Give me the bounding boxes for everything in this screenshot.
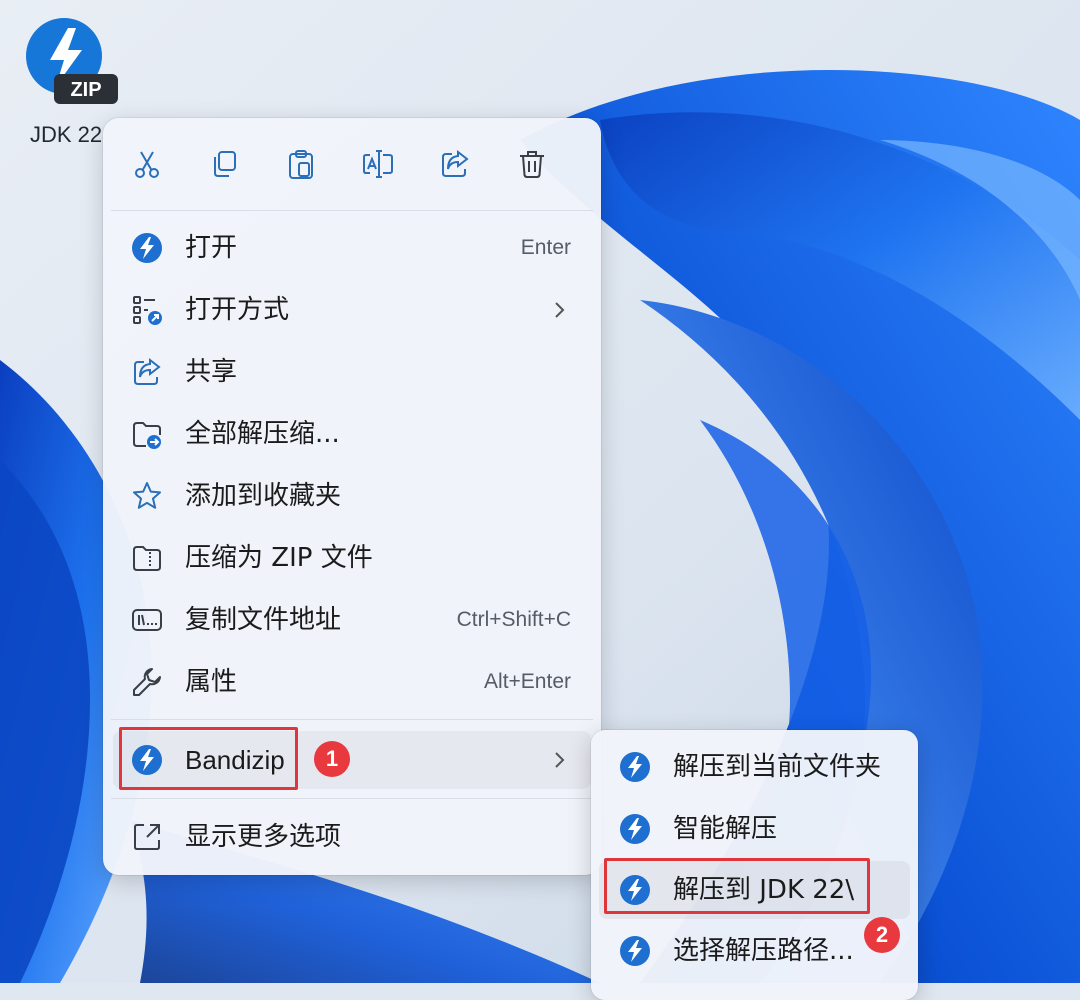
chevron-right-icon <box>555 752 565 768</box>
menu-item-add-favorites[interactable]: 添加到收藏夹 <box>113 467 591 525</box>
menu-separator <box>111 798 593 799</box>
menu-item-extract-all[interactable]: 全部解压缩... <box>113 405 591 463</box>
menu-item-share[interactable]: 共享 <box>113 343 591 401</box>
path-icon <box>132 609 162 631</box>
clipboard-icon <box>289 150 313 179</box>
rename-icon <box>363 150 393 178</box>
annotation-badge-step2: 2 <box>864 917 900 953</box>
menu-item-open-with[interactable]: 打开方式 <box>113 281 591 339</box>
menu-item-label: 复制文件地址 <box>185 605 342 635</box>
menu-item-label: 显示更多选项 <box>185 822 342 852</box>
menu-item-compress-zip[interactable]: 压缩为 ZIP 文件 <box>113 529 591 587</box>
desktop-file-name: JDK 22 <box>30 122 103 147</box>
submenu-item-smart-extract[interactable]: 智能解压 <box>599 800 910 858</box>
annotation-box-step1 <box>119 727 298 790</box>
menu-item-label: 压缩为 ZIP 文件 <box>185 543 373 573</box>
shortcut-label: Alt+Enter <box>484 670 571 693</box>
annotation-badge-step1: 1 <box>314 741 350 777</box>
menu-item-label: 属性 <box>185 667 238 697</box>
bandizip-icon <box>620 936 650 966</box>
share-button[interactable] <box>431 140 479 188</box>
submenu-item-label: 解压到当前文件夹 <box>673 752 882 782</box>
wrench-icon <box>133 668 161 696</box>
menu-item-copy-path[interactable]: 复制文件地址 Ctrl+Shift+C <box>113 591 591 649</box>
menu-item-open[interactable]: 打开 Enter <box>113 219 591 277</box>
menu-item-show-more-options[interactable]: 显示更多选项 <box>113 808 591 866</box>
menu-item-label: 打开 <box>185 233 238 263</box>
delete-button[interactable] <box>508 140 556 188</box>
shortcut-label: Ctrl+Shift+C <box>456 608 571 631</box>
share-icon <box>442 149 469 177</box>
shortcut-label: Enter <box>520 236 571 259</box>
trash-icon <box>520 151 544 178</box>
open-with-icon <box>133 296 162 325</box>
annotation-box-step2 <box>604 858 870 914</box>
bandizip-icon <box>620 814 650 844</box>
rename-button[interactable] <box>354 140 402 188</box>
scissors-icon <box>135 151 159 178</box>
zip-archive-icon: ZIP <box>26 18 118 104</box>
cut-button[interactable] <box>123 140 171 188</box>
copy-icon <box>214 151 236 177</box>
paste-button[interactable] <box>277 140 325 188</box>
extract-folder-icon <box>133 422 161 449</box>
menu-item-label: 共享 <box>185 357 238 387</box>
chevron-right-icon <box>555 302 565 318</box>
submenu-item-label: 智能解压 <box>673 814 778 844</box>
desktop-file-jdk22[interactable]: ZIP JDK 22 <box>14 12 118 147</box>
menu-item-label: 打开方式 <box>185 295 290 325</box>
menu-item-properties[interactable]: 属性 Alt+Enter <box>113 653 591 711</box>
menu-separator <box>111 719 593 720</box>
bandizip-icon <box>620 752 650 782</box>
bandizip-icon <box>132 233 162 263</box>
menu-item-label: 全部解压缩... <box>185 419 340 449</box>
copy-button[interactable] <box>200 140 248 188</box>
zip-badge-text: ZIP <box>70 79 101 101</box>
submenu-item-extract-here[interactable]: 解压到当前文件夹 <box>599 738 910 796</box>
context-menu-toolbar <box>103 118 601 210</box>
toolbar-separator <box>111 210 593 211</box>
submenu-item-label: 选择解压路径... <box>673 936 854 966</box>
menu-item-label: 添加到收藏夹 <box>185 481 342 511</box>
star-icon <box>133 482 161 509</box>
share-icon <box>134 357 161 385</box>
zip-folder-icon <box>133 546 161 571</box>
show-more-icon <box>134 824 160 850</box>
